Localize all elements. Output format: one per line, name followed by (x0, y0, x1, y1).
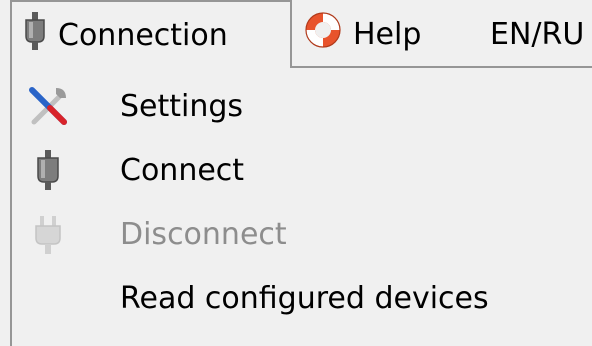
menu-help[interactable]: Help (303, 0, 421, 68)
plug-icon (22, 12, 48, 58)
plug-icon (26, 148, 70, 192)
menu-item-connect[interactable]: Connect (12, 138, 592, 202)
menu-connection[interactable]: Connection (10, 0, 292, 68)
tools-icon (26, 84, 70, 128)
menu-item-settings-label: Settings (120, 88, 244, 124)
menu-language[interactable]: EN/RU (490, 0, 584, 68)
connection-dropdown: Settings Connect Disconnect Read configu… (10, 66, 592, 346)
menu-item-settings[interactable]: Settings (12, 74, 592, 138)
menu-bar: Connection Help EN/RU (0, 0, 592, 68)
menu-item-disconnect[interactable]: Disconnect (12, 202, 592, 266)
menu-item-disconnect-label: Disconnect (120, 216, 287, 252)
menu-item-read-configured-devices-label: Read configured devices (120, 280, 489, 316)
unplug-icon (26, 212, 70, 256)
menu-help-label: Help (353, 16, 422, 52)
menu-language-label: EN/RU (490, 16, 585, 52)
menu-item-read-configured-devices[interactable]: Read configured devices (12, 266, 592, 330)
lifebuoy-icon (303, 10, 343, 58)
menu-connection-label: Connection (58, 17, 228, 53)
menu-item-connect-label: Connect (120, 152, 245, 188)
